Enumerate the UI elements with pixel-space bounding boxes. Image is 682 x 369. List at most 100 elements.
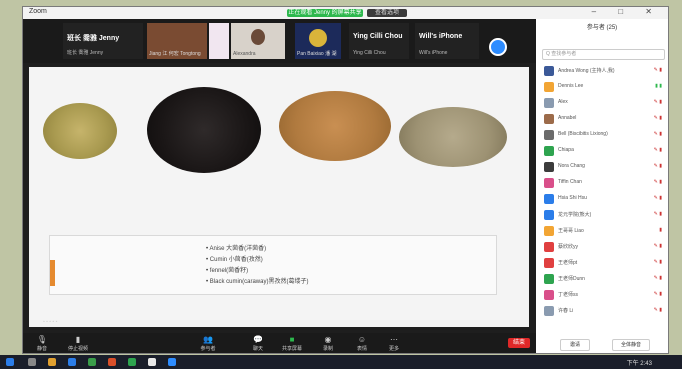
mic-muted-icon: ✎ ▮ [653,99,662,105]
mic-muted-icon: ✎ ▮ [653,291,662,297]
participant-row[interactable]: Bell (Biscibitis Lixiong) ✎ ▮ [544,129,664,141]
reactions-button[interactable]: ☺ 表情 [347,335,377,352]
panel-title: 参与者 (25) [586,25,618,31]
panel-footer: 邀请 全体静音 [536,339,668,351]
invite-button[interactable]: 邀请 [560,339,590,351]
app-icon[interactable] [88,358,96,366]
avatar [544,130,554,140]
participant-row[interactable]: 王老师Dunn ✎ ▮ [544,273,664,285]
mic-muted-icon: ✎ ▮ [653,259,662,265]
participant-row[interactable]: 龙元学院(熊大) ✎ ▮ [544,209,664,221]
participant-tile[interactable]: Will's iPhone Will's iPhone [415,23,479,59]
participant-row[interactable]: Annabel ✎ ▮ [544,113,664,125]
mic-muted-icon: ▮ [659,227,662,233]
taskbar: 下午 2:43 [0,355,682,369]
app-icon[interactable] [128,358,136,366]
mic-muted-icon: ✎ ▮ [653,179,662,185]
mic-muted-icon: ▮ ▮ [655,83,662,89]
app-title: Zoom [29,8,47,15]
participant-row[interactable]: Nora Chang ✎ ▮ [544,161,664,173]
participant-row[interactable]: Chiapa ✎ ▮ [544,145,664,157]
participants-panel: 参与者 (25) Q 查找参与者 Andrea Wong (主持人,我) ✎ ▮ … [536,19,668,353]
participant-row[interactable]: Dennis Lee ▮ ▮ [544,81,664,93]
more-button[interactable]: ⋯ 更多 [379,335,409,352]
avatar [544,114,554,124]
bullet-item: Cumin 小茴香(孜然) [206,255,308,266]
window-controls[interactable]: – □ ✕ [592,7,662,16]
avatar [544,146,554,156]
avatar [544,274,554,284]
participant-row[interactable]: Andrea Wong (主持人,我) ✎ ▮ [544,65,664,77]
participant-tile[interactable]: Ying Cilli Chou Ying Cilli Chou [349,23,409,59]
participant-row[interactable]: Hsia Shi Hsu ✎ ▮ [544,193,664,205]
mic-muted-icon: ✎ ▮ [653,147,662,153]
explorer-icon[interactable] [48,358,56,366]
meeting-area: 班长 喬雅 Jenny 班长 喬雅 Jenny Jiang 江 何宏 Tongt… [23,19,536,353]
app-icon[interactable] [108,358,116,366]
bullet-box: Anise 大茴香(洋茴香) Cumin 小茴香(孜然) fennel(茴香籽)… [49,235,497,295]
zoom-taskbar-icon[interactable] [168,358,176,366]
chat-icon: 💬 [253,335,263,344]
participant-video[interactable]: Alexandra [231,23,285,59]
avatar [544,162,554,172]
participants-button[interactable]: 👥 参与者 [193,335,223,352]
participant-video[interactable] [209,23,229,59]
participant-video[interactable]: Pan Baixiao 潘 湖 [295,23,341,59]
avatar [544,258,554,268]
participant-row[interactable]: 许春 Li ✎ ▮ [544,305,664,317]
browser-icon[interactable] [68,358,76,366]
view-options-button[interactable]: 查看选项 [367,9,407,17]
mic-muted-icon: ✎ ▮ [653,131,662,137]
stop-video-button[interactable]: ▮ 停止视频 [63,335,93,352]
more-icon: ⋯ [390,335,398,344]
avatar [544,306,554,316]
start-icon[interactable] [6,358,14,366]
share-screen-button[interactable]: ■ 共享屏幕 [277,335,307,352]
mic-muted-icon: ✎ ▮ [653,163,662,169]
title-bar: Zoom 正在观看 Jenny 的屏幕共享 查看选项 – □ ✕ [23,7,668,19]
participant-row[interactable]: 丁老师ss ✎ ▮ [544,289,664,301]
participant-row[interactable]: Tiffin Chan ✎ ▮ [544,177,664,189]
reactions-icon: ☺ [357,335,367,344]
slide-footer: ◦ ◦ ◦ ◦ ◦ [43,319,58,325]
bullet-item: fennel(茴香籽) [206,266,308,277]
end-meeting-button[interactable]: 结束 [508,338,530,348]
screen-share-pill[interactable]: 正在观看 Jenny 的屏幕共享 [287,9,363,17]
search-icon[interactable] [28,358,36,366]
share-icon: ■ [289,335,295,344]
mute-all-button[interactable]: 全体静音 [612,339,650,351]
participant-row[interactable]: 王哥哥 Liao ▮ [544,225,664,237]
avatar [544,194,554,204]
participants-icon: 👥 [203,335,213,344]
anise-seeds-image [43,103,117,159]
participant-tile[interactable]: 班长 喬雅 Jenny 班长 喬雅 Jenny [63,23,143,59]
video-strip: 班长 喬雅 Jenny 班长 喬雅 Jenny Jiang 江 何宏 Tongt… [23,19,536,63]
participant-row[interactable]: 蔡欣欣yy ✎ ▮ [544,241,664,253]
avatar [544,178,554,188]
record-button[interactable]: ◉ 录制 [313,335,343,352]
participant-video[interactable]: Jiang 江 何宏 Tongtong [147,23,207,59]
mic-muted-icon: ✎ ▮ [653,195,662,201]
avatar [544,290,554,300]
bullet-item: Anise 大茴香(洋茴香) [206,244,308,255]
zoom-window: Zoom 正在观看 Jenny 的屏幕共享 查看选项 – □ ✕ 班长 喬雅 J… [22,6,669,354]
avatar [544,82,554,92]
participant-row[interactable]: Alex ✎ ▮ [544,97,664,109]
participant-row[interactable]: 王老师pt ✎ ▮ [544,257,664,269]
shared-slide: Anise 大茴香(洋茴香) Cumin 小茴香(孜然) fennel(茴香籽)… [29,67,529,327]
clock: 下午 2:43 [626,361,652,367]
chat-button[interactable]: 💬 聊天 [243,335,273,352]
share-status-icon[interactable] [489,38,507,56]
avatar [544,210,554,220]
mic-muted-icon: ✎ ▮ [653,115,662,121]
participant-search-input[interactable]: Q 查找参与者 [542,49,665,60]
bullet-item: Black cumin(caraway)黑孜然(葛缕子) [206,277,309,288]
mute-button[interactable]: 🎙 静音 [27,335,57,352]
meeting-toolbar: 🎙 静音 ▮ 停止视频 👥 参与者 💬 聊天 ■ 共享屏幕 ◉ 录制 ☺ 表情 ⋯ 更多 结束 [23,333,536,353]
spice-list: Anise 大茴香(洋茴香) Cumin 小茴香(孜然) fennel(茴香籽)… [206,244,308,288]
app-icon[interactable] [148,358,156,366]
cumin-seeds-image [279,91,391,161]
record-icon: ◉ [324,335,332,344]
accent-bar [50,260,55,286]
avatar [544,98,554,108]
